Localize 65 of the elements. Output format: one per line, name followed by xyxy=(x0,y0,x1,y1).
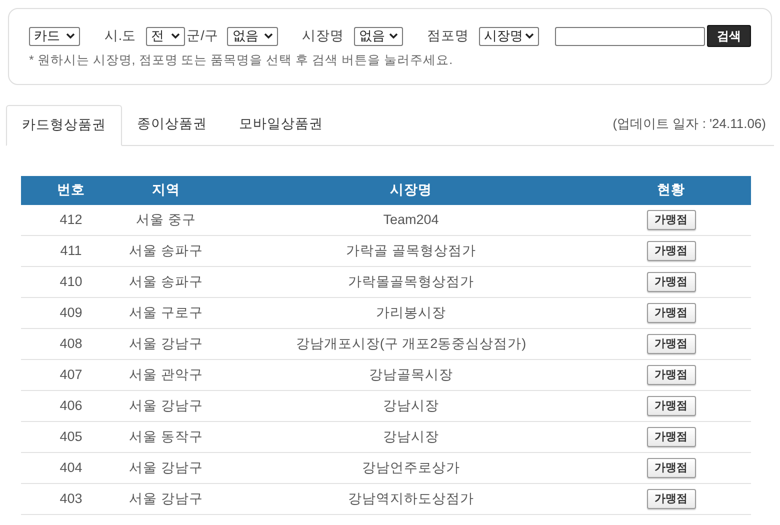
table-cell-text: 서울 강남구 xyxy=(128,458,204,477)
column-header: 번호 xyxy=(56,181,86,200)
table-cell-text: 409 xyxy=(58,304,84,322)
tab[interactable]: 카드형상품권 xyxy=(6,105,122,146)
table-cell-text: 404 xyxy=(58,458,84,477)
update-date: (업데이트 일자 : '24.11.06) xyxy=(612,114,766,133)
table-cell-text: 서울 강남구 xyxy=(128,334,204,353)
table-cell-text: 서울 강남구 xyxy=(128,490,204,508)
store-button[interactable]: 가맹점 xyxy=(646,489,696,509)
table-cell-text: 서울 동작구 xyxy=(128,428,204,446)
caret-icon xyxy=(524,33,534,39)
table-cell-text: 강남언주로상가 xyxy=(361,458,461,477)
table-cell-text: 408 xyxy=(58,334,84,353)
store-button[interactable]: 가맹점 xyxy=(646,241,696,261)
table-cell-text: 서울 중구 xyxy=(135,210,197,229)
table-cell-text: 강남개포시장(구 개포2동중심상점가) xyxy=(294,334,528,353)
table-cell-text: 411 xyxy=(59,242,83,260)
table-cell-text: 403 xyxy=(58,490,84,508)
table-cell-text: 서울 구로구 xyxy=(128,304,204,322)
table-cell-text: 가리봉시장 xyxy=(375,304,447,322)
search-field[interactable] xyxy=(554,26,705,46)
caret-icon xyxy=(66,33,76,39)
store-button[interactable]: 가맹점 xyxy=(646,272,696,292)
dropdown[interactable]: 전 xyxy=(146,26,185,46)
column-header: 현황 xyxy=(656,181,686,200)
table-cell-text: 412 xyxy=(58,210,84,229)
table-cell-text: 강남골목시장 xyxy=(368,366,454,384)
filter-label: 시.도 xyxy=(104,26,136,45)
dropdown[interactable]: 없음 xyxy=(354,26,403,46)
table-cell-text: 407 xyxy=(58,366,84,384)
column-header: 시장명 xyxy=(389,181,433,200)
dropdown[interactable]: 없음 xyxy=(227,26,278,46)
dropdown[interactable]: 시장명 xyxy=(478,26,539,46)
store-button[interactable]: 가맹점 xyxy=(646,210,696,230)
tab[interactable]: 모바일상품권 xyxy=(224,104,338,145)
caret-icon xyxy=(388,33,398,39)
column-header: 지역 xyxy=(151,181,181,200)
store-button[interactable]: 가맹점 xyxy=(646,396,696,416)
filter-label: 점포명 xyxy=(426,26,469,45)
table-cell-text: 서울 송파구 xyxy=(128,272,204,291)
store-button[interactable]: 가맹점 xyxy=(646,334,696,354)
dropdown[interactable]: 카드 xyxy=(29,26,80,46)
table-cell-text: 서울 송파구 xyxy=(128,242,204,260)
table-cell-text: 406 xyxy=(58,396,84,415)
table-cell-text: 강남시장 xyxy=(382,396,440,415)
table-cell-text: 가락골 골목형상점가 xyxy=(345,242,477,260)
filter-label: 시장명 xyxy=(302,26,344,45)
caret-icon xyxy=(170,33,180,39)
hint-text: * 원하시는 시장명, 점포명 또는 품목명을 선택 후 검색 버튼을 눌러주세요. xyxy=(29,52,454,69)
store-button[interactable]: 가맹점 xyxy=(646,458,696,478)
table-cell-text: Team204 xyxy=(382,210,440,229)
caret-icon xyxy=(264,33,273,39)
filter-label: 군/구 xyxy=(186,26,218,45)
tab[interactable]: 종이상품권 xyxy=(122,104,222,145)
store-button[interactable]: 가맹점 xyxy=(646,365,696,385)
table-cell-text: 서울 강남구 xyxy=(128,396,204,415)
table-cell-text: 강남역지하도상점가 xyxy=(347,490,475,508)
table-cell-text: 서울 관악구 xyxy=(128,366,204,384)
table-cell-text: 410 xyxy=(58,272,84,291)
search-button[interactable]: 검색 xyxy=(706,25,752,47)
store-button[interactable]: 가맹점 xyxy=(646,303,696,323)
store-button[interactable]: 가맹점 xyxy=(646,427,696,447)
table-cell-text: 강남시장 xyxy=(382,428,440,446)
table-cell-text: 405 xyxy=(58,428,84,446)
table-cell-text: 가락몰골목형상점가 xyxy=(347,272,475,291)
